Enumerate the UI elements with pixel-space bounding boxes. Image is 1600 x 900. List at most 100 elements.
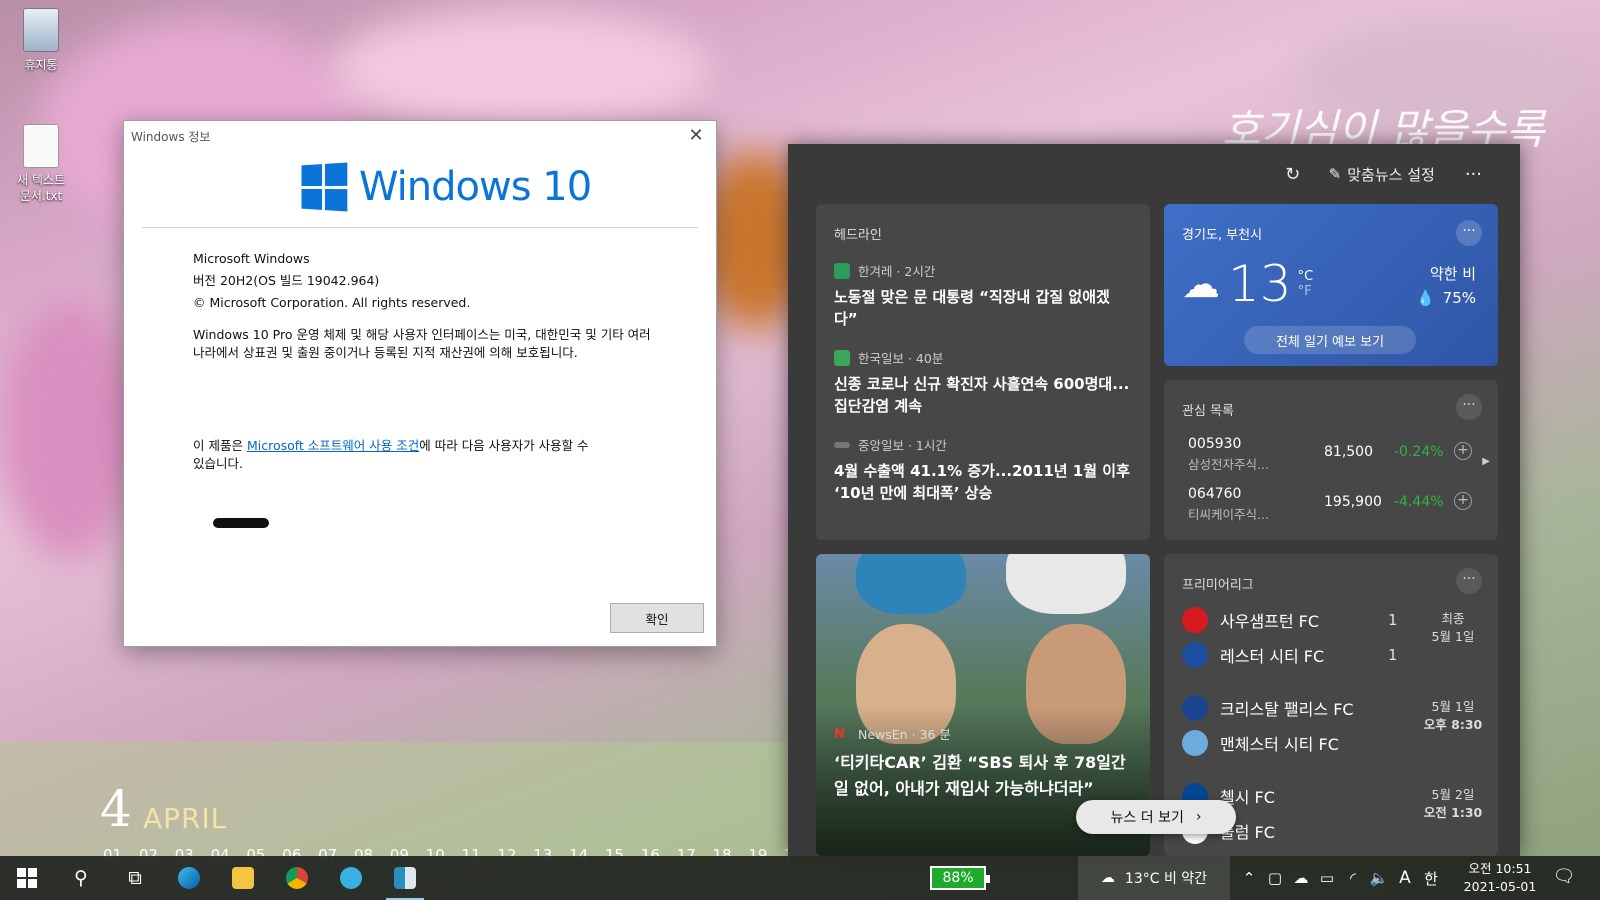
- windows-logo: Windows 10: [299, 162, 592, 212]
- stock-row[interactable]: 064760 티씨케이주식... 195,900 -4.44% +: [1188, 486, 1478, 526]
- headline-text: 4월 수출액 41.1% 증가...2011년 1월 이후 ‘10년 만에 최대…: [834, 462, 1130, 502]
- more-news-button[interactable]: 뉴스 더 보기 ›: [1076, 800, 1236, 834]
- text-file-icon: [23, 124, 59, 168]
- full-forecast-button[interactable]: 전체 일기 예보 보기: [1244, 326, 1416, 354]
- source-logo-icon: [834, 441, 850, 448]
- redacted-user-name: [213, 518, 269, 528]
- stock-price: 195,900: [1324, 494, 1382, 510]
- refresh-icon[interactable]: ↻: [1279, 164, 1307, 185]
- onedrive-icon[interactable]: ☁: [1288, 869, 1314, 887]
- team-crest-icon: [1182, 694, 1208, 721]
- match-date: 5월 1일: [1431, 629, 1475, 644]
- chevron-right-icon: ›: [1195, 809, 1202, 825]
- weather-card[interactable]: 경기도, 부천시 ··· ☁ 13 °C °F 약한 비 💧 75% 전체 일기 예…: [1164, 204, 1498, 366]
- team-score: 1: [1388, 645, 1398, 664]
- bird-app-button[interactable]: [324, 856, 378, 900]
- headline-source: 중앙일보 · 1시간: [858, 438, 947, 453]
- weather-humidity: 75%: [1442, 289, 1476, 307]
- add-stock-icon[interactable]: +: [1454, 492, 1472, 510]
- battery-indicator[interactable]: 88%: [930, 866, 990, 890]
- windows-flag-icon: [301, 162, 348, 212]
- watchlist-title: 관심 목록: [1182, 404, 1234, 419]
- news-weather-button[interactable]: ☁ 13°C 비 약간: [1078, 856, 1230, 900]
- battery-icon[interactable]: ▭: [1314, 869, 1340, 887]
- version-text: 버전 20H2(OS 빌드 19042.964): [193, 273, 380, 288]
- chrome-button[interactable]: [270, 856, 324, 900]
- wallpaper-blossom: [330, 10, 710, 130]
- weather-location: 경기도, 부천시: [1182, 228, 1263, 243]
- recycle-bin-icon: [23, 8, 59, 52]
- headline-item[interactable]: 한국일보 · 40분 신종 코로나 신규 확진자 사흘연속 600명대...집단…: [834, 348, 1132, 417]
- copyright-text: © Microsoft Corporation. All rights rese…: [193, 295, 471, 310]
- dialog-divider: [142, 227, 698, 228]
- bird-app-icon: [340, 867, 362, 889]
- search-button[interactable]: ⚲: [54, 856, 108, 900]
- wifi-icon[interactable]: ◜: [1340, 869, 1366, 887]
- close-icon: ✕: [688, 125, 704, 146]
- notification-center-icon[interactable]: 🗨: [1552, 866, 1576, 890]
- headline-text: 노동절 맞은 문 대통령 “직장내 갑질 없애겠다”: [834, 288, 1110, 328]
- windows-start-icon: [17, 868, 37, 888]
- watchlist-more-icon[interactable]: ···: [1456, 394, 1482, 420]
- license-text: 이 제품은 Microsoft 소프트웨어 사용 조건에 따라 다음 사용자가 …: [193, 437, 593, 472]
- weather-temperature: 13: [1228, 255, 1292, 313]
- match-item[interactable]: 사우샘프턴 FC 1 레스터 시티 FC 1 최종 5월 1일: [1182, 602, 1482, 672]
- headline-item[interactable]: 중앙일보 · 1시간 4월 수출액 41.1% 증가...2011년 1월 이후…: [834, 435, 1132, 504]
- task-view-icon: ⧉: [128, 867, 142, 889]
- edge-button[interactable]: [162, 856, 216, 900]
- license-terms-link[interactable]: Microsoft 소프트웨어 사용 조건: [247, 438, 419, 453]
- close-button[interactable]: ✕: [686, 126, 706, 146]
- photo-story-headline: ‘티키타CAR’ 김환 “SBS 퇴사 후 78일간 일 없어, 아내가 재입사…: [834, 753, 1126, 798]
- calendar-day: 4: [100, 780, 132, 838]
- news-toolbar: ↻ ✎ 맞춤뉴스 설정 ···: [1279, 158, 1520, 190]
- license-prefix: 이 제품은: [193, 438, 247, 453]
- volume-icon[interactable]: 🔈: [1366, 869, 1392, 887]
- more-options-icon[interactable]: ···: [1465, 164, 1482, 185]
- weather-more-icon[interactable]: ···: [1456, 220, 1482, 246]
- calendar-month: APRIL: [143, 802, 228, 835]
- photo-person: [1006, 554, 1126, 614]
- team-score: 1: [1388, 610, 1398, 629]
- stock-row[interactable]: 005930 삼성전자주식... 81,500 -0.24% +: [1188, 436, 1478, 476]
- desktop-icon-label: 휴지통: [24, 58, 58, 72]
- product-name: Microsoft Windows: [193, 251, 310, 266]
- start-button[interactable]: [0, 856, 54, 900]
- chevron-up-icon[interactable]: ⌃: [1236, 869, 1262, 887]
- headline-source: 한국일보 · 40분: [858, 351, 944, 366]
- ok-button[interactable]: 확인: [610, 603, 704, 633]
- match-date: 5월 1일: [1431, 699, 1475, 714]
- taskbar-weather-text: 13°C 비 약간: [1124, 871, 1208, 887]
- windows-logo-text: Windows 10: [359, 164, 592, 210]
- team-name: 레스터 시티 FC: [1220, 646, 1325, 666]
- search-icon: ⚲: [74, 867, 88, 889]
- personalize-news-button[interactable]: ✎ 맞춤뉴스 설정: [1329, 164, 1435, 185]
- chevron-right-icon[interactable]: ▶: [1482, 456, 1490, 467]
- folder-icon: [232, 867, 254, 889]
- rain-cloud-icon: ☁: [1182, 262, 1220, 306]
- match-item[interactable]: 크리스탈 팰리스 FC 맨체스터 시티 FC 5월 1일 오후 8:30: [1182, 690, 1482, 760]
- headline-item[interactable]: 한겨레 · 2시간 노동절 맞은 문 대통령 “직장내 갑질 없애겠다”: [834, 261, 1132, 330]
- taskbar-clock[interactable]: 오전 10:51 2021-05-01: [1462, 860, 1538, 896]
- fahrenheit-unit[interactable]: °F: [1298, 284, 1314, 299]
- clock-date: 2021-05-01: [1463, 879, 1537, 894]
- language-indicator[interactable]: 한: [1418, 868, 1444, 889]
- match-time: 오전 1:30: [1423, 805, 1483, 820]
- add-stock-icon[interactable]: +: [1454, 442, 1472, 460]
- celsius-unit[interactable]: °C: [1298, 269, 1314, 284]
- photo-person: [856, 554, 966, 614]
- file-explorer-button[interactable]: [216, 856, 270, 900]
- league-title: 프리미어리그: [1182, 578, 1254, 593]
- ime-mode[interactable]: A: [1392, 868, 1418, 888]
- task-view-button[interactable]: ⧉: [108, 856, 162, 900]
- about-windows-dialog: Windows 정보 ✕ Windows 10 Microsoft Window…: [123, 120, 717, 647]
- wallpaper-blossom: [0, 300, 140, 560]
- active-app-button[interactable]: [378, 856, 432, 900]
- clock-time: 오전 10:51: [1468, 861, 1532, 876]
- desktop-icon-text-file[interactable]: 새 텍스트 문서.txt: [6, 124, 76, 204]
- league-more-icon[interactable]: ···: [1456, 568, 1482, 594]
- device-icon[interactable]: ▢: [1262, 869, 1288, 887]
- headlines-card: 헤드라인 한겨레 · 2시간 노동절 맞은 문 대통령 “직장내 갑질 없애겠다…: [816, 204, 1150, 540]
- team-name: 크리스탈 팰리스 FC: [1220, 699, 1354, 719]
- watchlist-card: 관심 목록 ··· 005930 삼성전자주식... 81,500 -0.24%…: [1164, 380, 1498, 540]
- desktop-icon-recycle-bin[interactable]: 휴지통: [6, 8, 76, 73]
